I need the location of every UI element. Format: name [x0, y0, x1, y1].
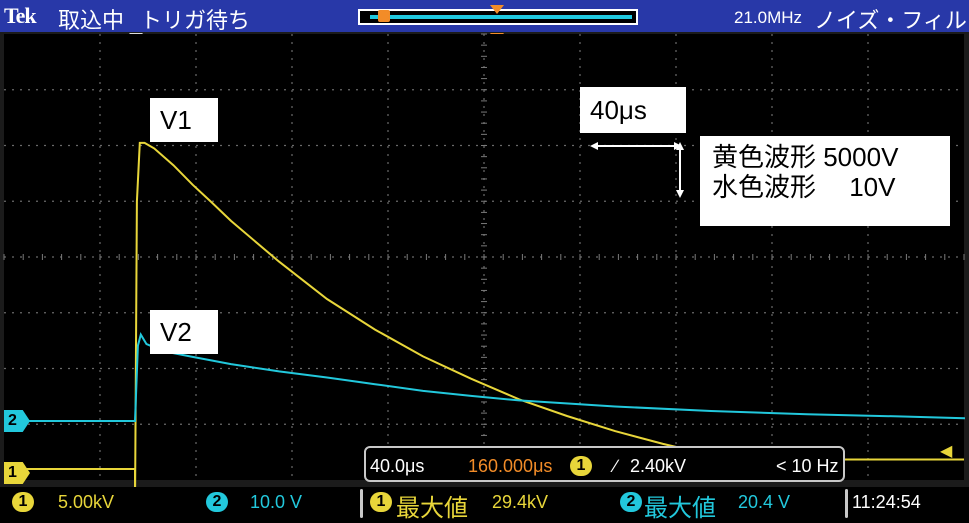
meas2-label[interactable]: 最大値 — [644, 488, 716, 523]
trigger-frequency: < 10 Hz — [776, 456, 839, 476]
meas2-badge: 2 — [620, 492, 642, 512]
ch1-scale[interactable]: 5.00kV — [58, 492, 114, 513]
divider — [360, 489, 363, 518]
legend-note: 黄色波形 5000V 水色波形 10V — [700, 136, 950, 226]
v1-label: V1 — [150, 98, 218, 142]
clock-time: 11:24:54 — [852, 492, 921, 512]
bottom-status-bar: 1 5.00kV 2 10.0 V 1 最大値 29.4kV 2 最大値 20.… — [0, 487, 969, 522]
meas1-label[interactable]: 最大値 — [396, 488, 468, 523]
meas1-badge: 1 — [370, 492, 392, 512]
ch2-scale[interactable]: 10.0 V — [250, 492, 302, 513]
v2-label: V2 — [150, 310, 218, 354]
horizontal-scale[interactable]: 40.0μs — [370, 456, 424, 477]
trigger-level-arrow-icon: ◀ — [940, 443, 953, 460]
trigger-slope-icon: ∕ — [614, 456, 618, 476]
legend-cyan: 水色波形 10V — [712, 172, 896, 202]
horizontal-position[interactable]: 160.000μs — [468, 456, 552, 477]
divider — [845, 489, 848, 518]
scale-arrows — [590, 142, 684, 198]
ch2-badge[interactable]: 2 — [206, 492, 228, 512]
meas1-value: 29.4kV — [492, 492, 549, 512]
trigger-level[interactable]: 2.40kV — [630, 456, 686, 477]
time-scale-note: 40μs — [580, 87, 686, 133]
meas2-value: 20.4 V — [738, 492, 791, 512]
waveform-graticule — [3, 33, 965, 509]
trigger-source-badge: 1 — [570, 456, 592, 476]
horizontal-trigger-readout[interactable]: 40.0μs 160.000μs 1 ∕ 2.40kV < 10 Hz — [364, 446, 845, 482]
legend-yellow: 黄色波形 5000V — [712, 142, 899, 172]
ch1-badge[interactable]: 1 — [12, 492, 34, 512]
oscilloscope-screen: Tek 取込中 トリガ待ち 21.0MHz ノイズ・フィルタ 2 1 ◀ V1 … — [0, 0, 969, 522]
